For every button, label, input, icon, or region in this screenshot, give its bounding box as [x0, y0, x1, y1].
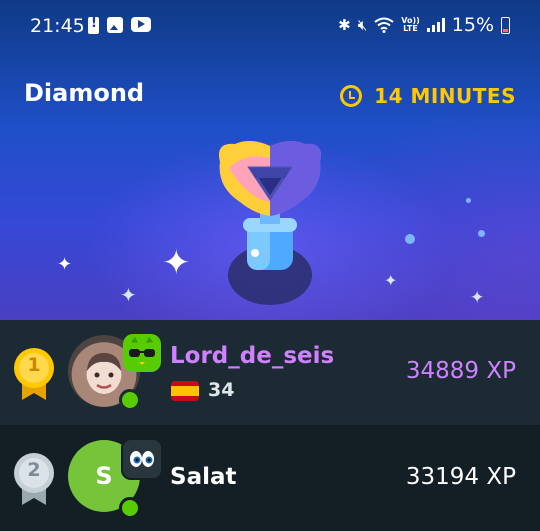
clock-icon — [340, 85, 363, 107]
battery-icon — [501, 16, 510, 34]
volte-icon: Vo)) LTE — [401, 17, 420, 33]
streak-count: 34 — [208, 379, 235, 401]
battery-alert-icon — [88, 16, 99, 34]
leaderboard-row[interactable]: 1 Lord_de_seis 34 34889 XP — [0, 320, 540, 425]
leaderboard-row[interactable]: 2 S Salat 33194 XP — [0, 425, 540, 531]
spain-flag-icon — [171, 381, 199, 401]
sparkle-icon: ✦ — [57, 254, 73, 275]
rank-number: 1 — [27, 354, 41, 376]
sparkle-dot — [405, 234, 415, 244]
xp-score: 33194 XP — [405, 464, 516, 490]
volte-bottom-label: LTE — [403, 24, 418, 33]
sparkle-dot — [466, 198, 471, 203]
online-indicator — [119, 497, 141, 519]
status-time: 21:45 — [30, 15, 85, 37]
sparkle-icon: ✦ — [384, 271, 398, 290]
bluetooth-icon: ✱ — [338, 16, 351, 34]
eyes-badge-icon — [121, 438, 163, 480]
diamond-trophy-icon — [219, 140, 321, 305]
sparkle-icon: ✦ — [162, 243, 191, 283]
mute-icon: 🔇︎ — [357, 16, 368, 34]
gallery-icon — [107, 17, 123, 33]
league-header: 21:45 ✱ 🔇︎ Vo)) LTE 15% — [0, 0, 540, 320]
status-bar: 21:45 ✱ 🔇︎ Vo)) LTE 15% — [0, 0, 540, 54]
username: Salat — [170, 464, 237, 490]
battery-percent: 15% — [451, 14, 494, 36]
sparkle-dot — [478, 230, 485, 237]
time-left: 14 MINUTES — [374, 84, 516, 108]
xp-score: 34889 XP — [405, 358, 516, 384]
status-notification-icons — [88, 16, 151, 34]
username: Lord_de_seis — [170, 343, 335, 369]
rank-number: 2 — [27, 459, 41, 481]
league-timer: 14 MINUTES — [340, 84, 516, 108]
sparkle-icon: ✦ — [120, 283, 137, 307]
wifi-icon — [374, 17, 394, 33]
signal-icon — [426, 18, 445, 32]
status-system-icons: ✱ 🔇︎ Vo)) LTE 15% — [338, 14, 510, 36]
online-indicator — [119, 389, 141, 411]
sunglasses-badge-icon — [123, 334, 161, 372]
league-title: Diamond — [24, 79, 145, 107]
youtube-icon — [131, 17, 151, 32]
sparkle-icon: ✦ — [470, 288, 485, 308]
avatar-initial: S — [95, 462, 113, 490]
leaderboard: 1 Lord_de_seis 34 34889 XP 2 S Salat 331… — [0, 320, 540, 531]
